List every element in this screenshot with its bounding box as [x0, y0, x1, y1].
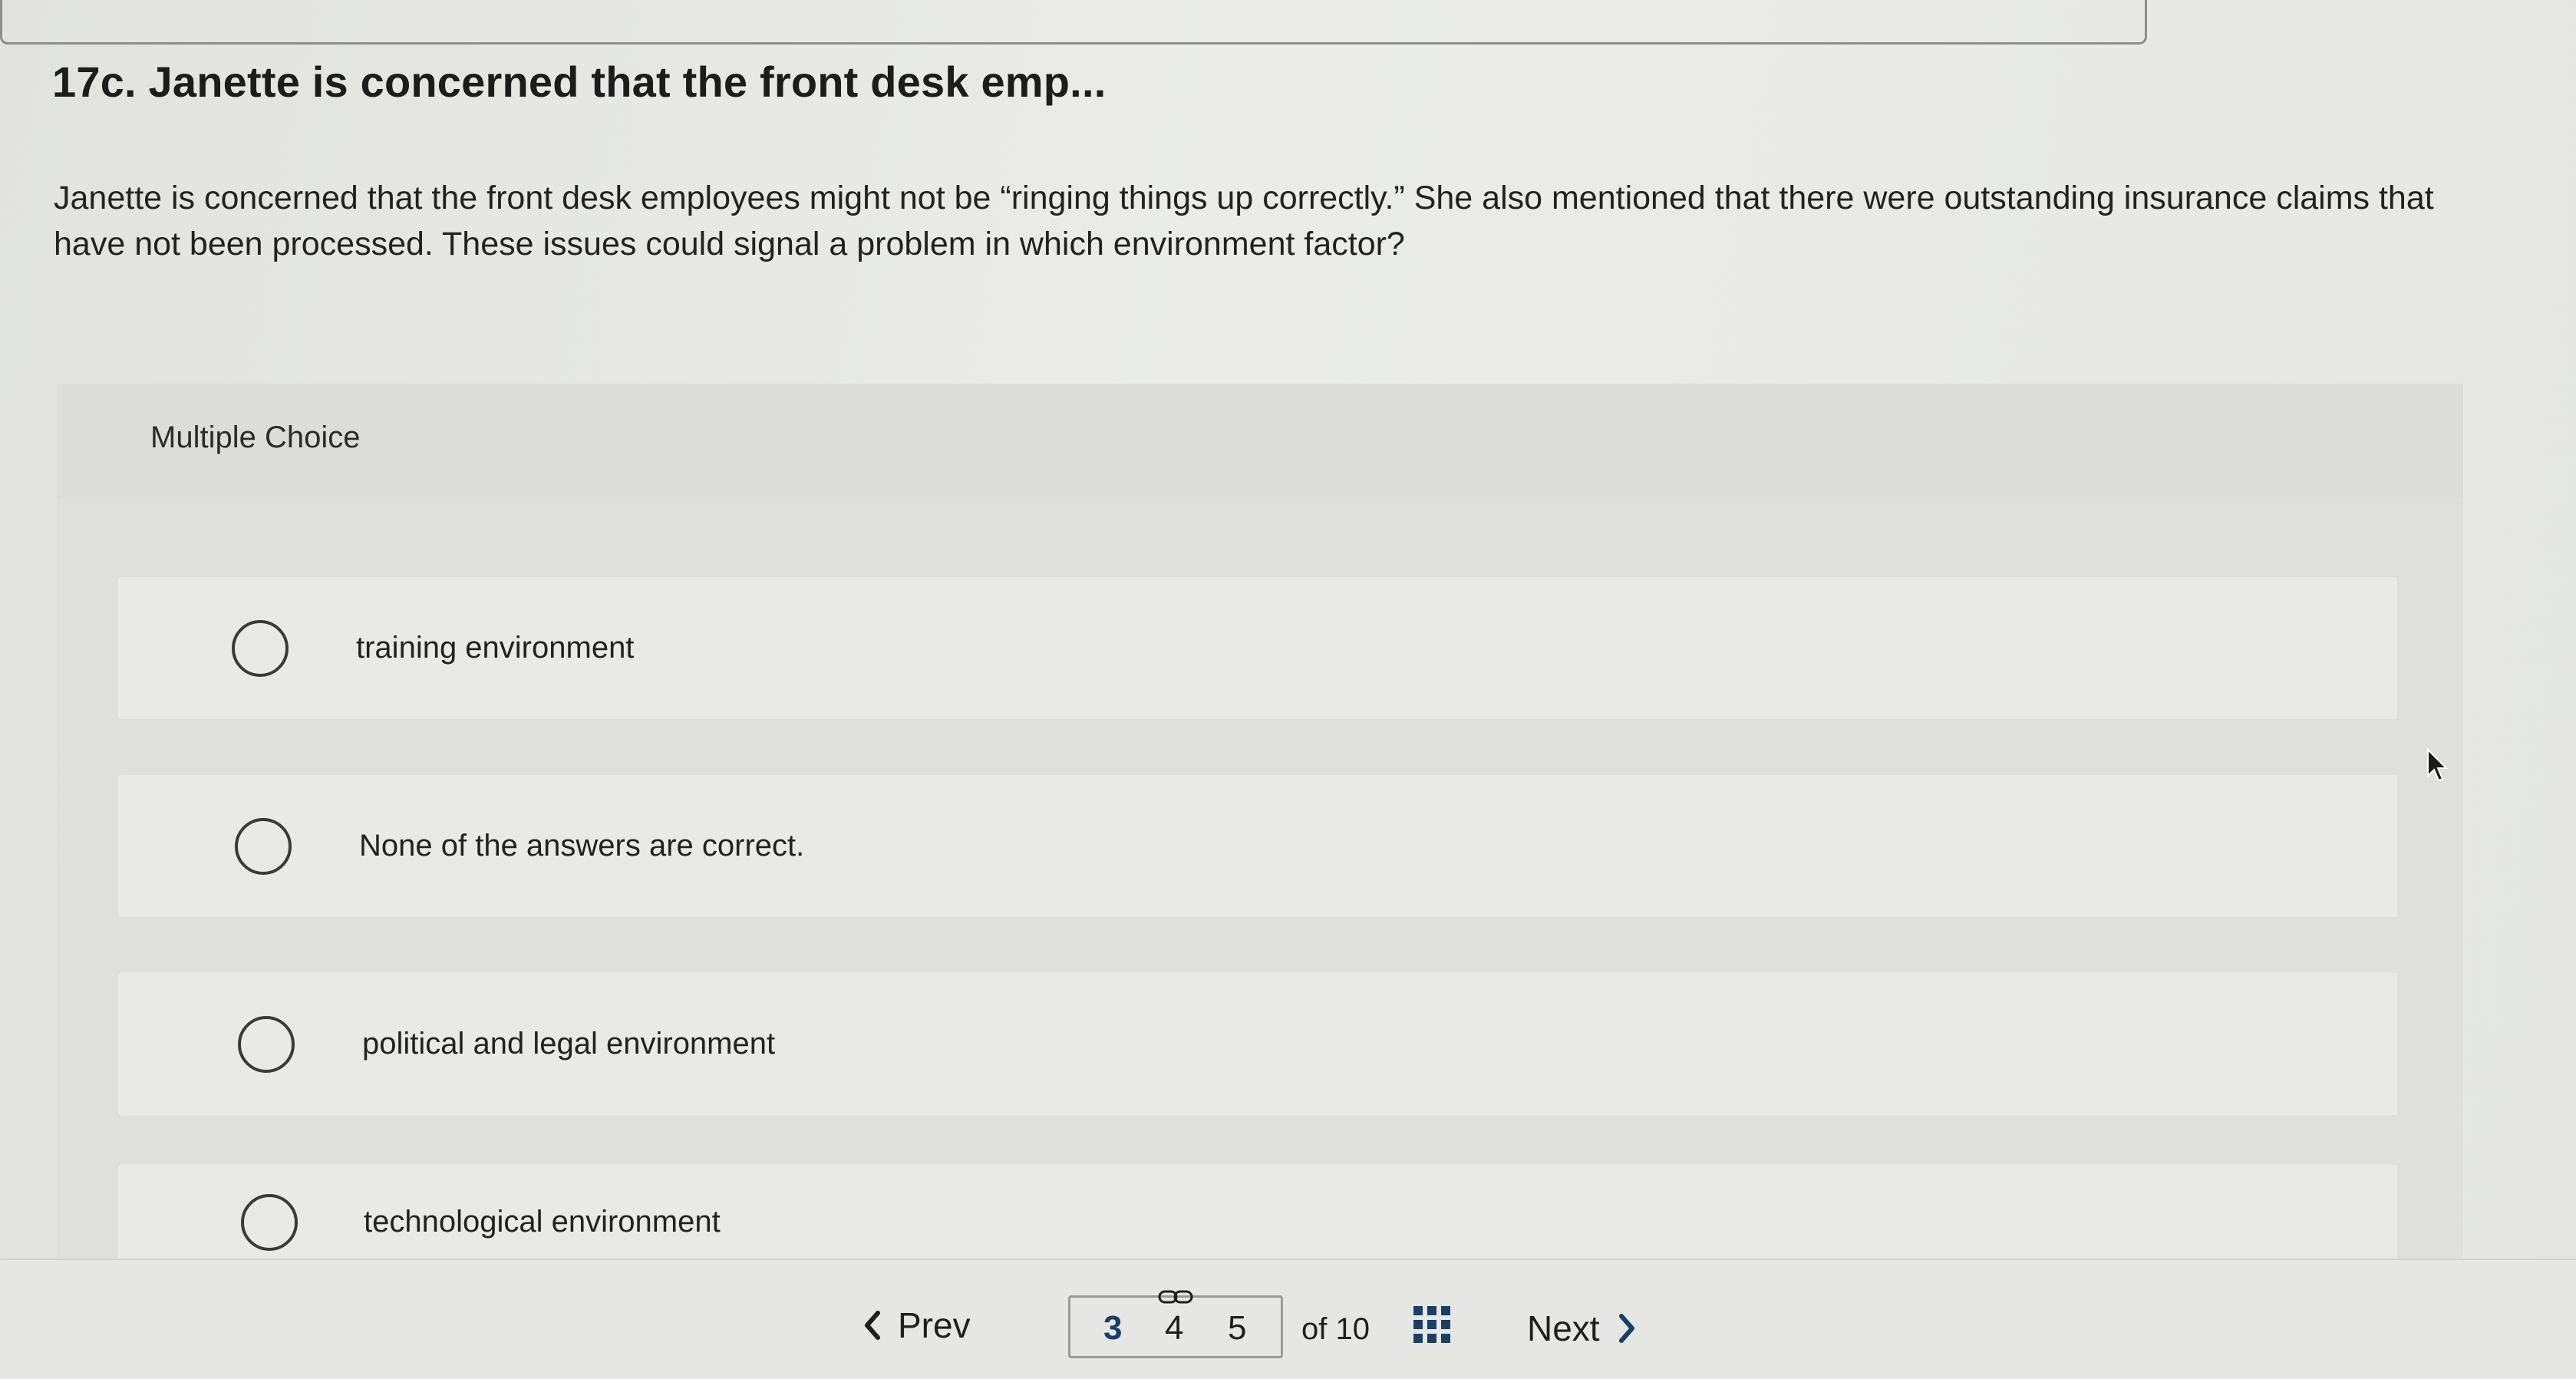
- question-text: Janette is concerned that the front desk…: [54, 180, 2434, 262]
- multiple-choice-header: Multiple Choice: [57, 384, 2463, 499]
- page-number[interactable]: 5: [1228, 1309, 1246, 1348]
- choice-label: political and legal environment: [362, 1027, 776, 1061]
- next-button[interactable]: Next: [1527, 1308, 1637, 1349]
- choice-option[interactable]: political and legal environment: [118, 973, 2397, 1115]
- question-title: 17c. Janette is concerned that the front…: [52, 58, 1107, 106]
- page-number-current[interactable]: 3: [1103, 1309, 1122, 1348]
- radio-button[interactable]: [232, 619, 289, 677]
- choice-option[interactable]: None of the answers are correct.: [118, 775, 2397, 917]
- link-icon: [1158, 1290, 1193, 1304]
- prev-label: Prev: [898, 1305, 971, 1345]
- page-total: of 10: [1301, 1312, 1370, 1346]
- choice-label: technological environment: [364, 1205, 721, 1239]
- multiple-choice-label: Multiple Choice: [150, 421, 361, 454]
- choice-label: training environment: [356, 631, 635, 665]
- radio-button[interactable]: [238, 1015, 295, 1073]
- prev-button[interactable]: Prev: [863, 1305, 971, 1346]
- navigation-footer: [0, 1259, 2576, 1379]
- chevron-right-icon: [1618, 1314, 1634, 1343]
- mouse-cursor-icon: [2427, 748, 2449, 782]
- page-number[interactable]: 4: [1165, 1309, 1183, 1348]
- choice-label: None of the answers are correct.: [359, 829, 805, 863]
- multiple-choice-panel: Multiple Choice training environment Non…: [57, 384, 2463, 1288]
- choice-option[interactable]: training environment: [118, 577, 2397, 719]
- grid-icon[interactable]: [1413, 1306, 1452, 1344]
- radio-button[interactable]: [235, 817, 292, 875]
- chevron-left-icon: [865, 1311, 880, 1340]
- next-label: Next: [1527, 1308, 1600, 1348]
- radio-button[interactable]: [241, 1194, 298, 1251]
- top-panel-frame: [0, 0, 2147, 45]
